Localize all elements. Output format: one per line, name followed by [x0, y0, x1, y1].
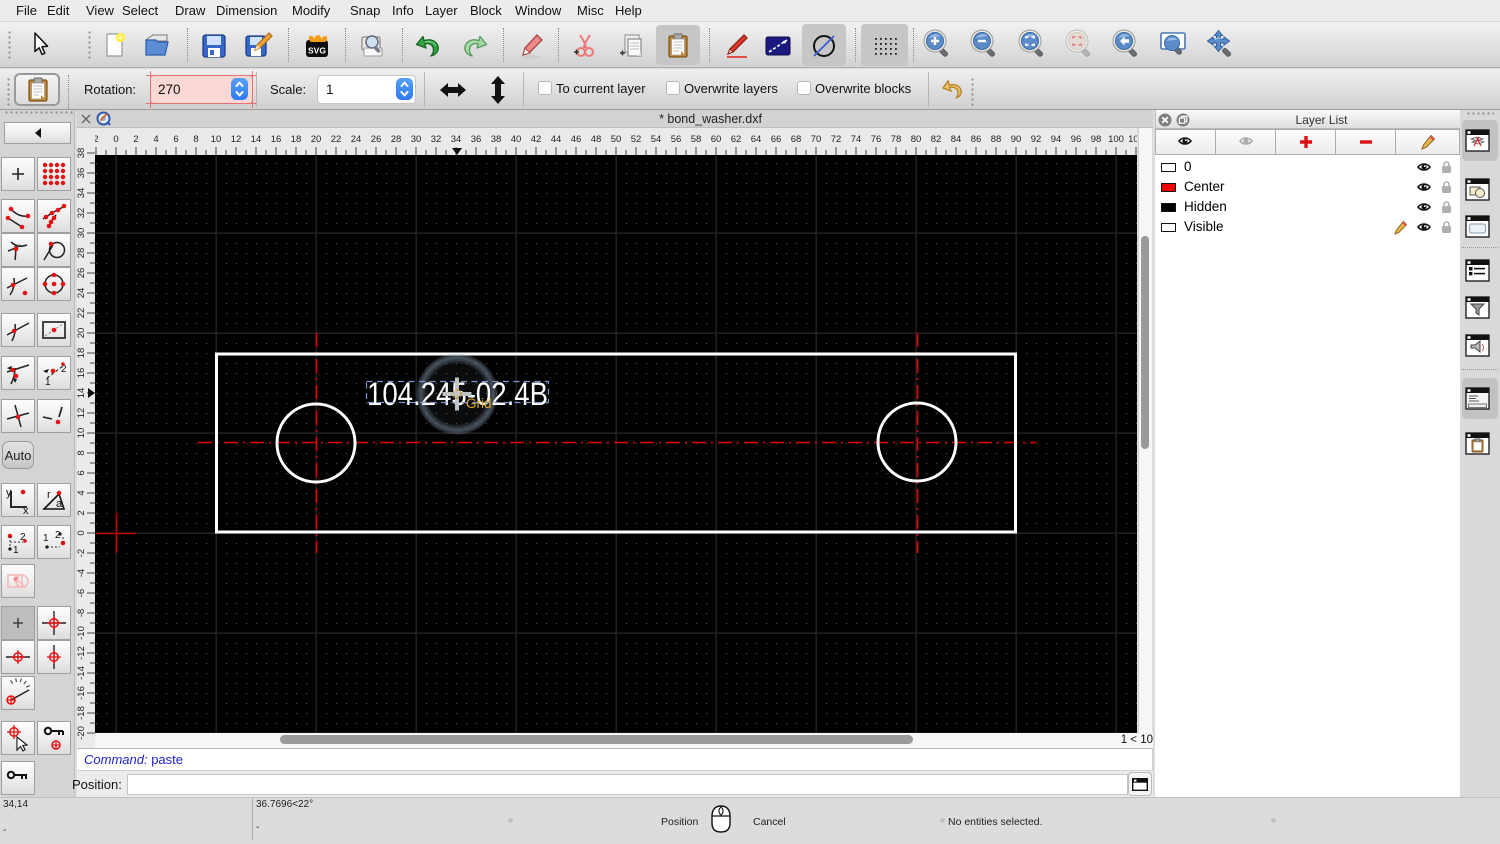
svg-text:48: 48: [591, 134, 602, 145]
svg-text:74: 74: [851, 134, 862, 145]
svg-text:30: 30: [77, 228, 87, 239]
svg-text:52: 52: [631, 134, 642, 145]
svg-text:0: 0: [113, 134, 118, 145]
svg-text:12: 12: [77, 408, 87, 419]
svg-text:1: 1: [43, 533, 49, 544]
svg-text:32: 32: [431, 134, 442, 145]
svg-text:100: 100: [1108, 134, 1124, 145]
svg-text:64: 64: [751, 134, 762, 145]
svg-text:72: 72: [831, 134, 842, 145]
svg-text:36: 36: [471, 134, 482, 145]
svg-text:44: 44: [551, 134, 562, 145]
svg-text:SVG: SVG: [308, 46, 326, 56]
svg-text:2: 2: [61, 364, 67, 375]
svg-text:32: 32: [77, 208, 87, 219]
svg-text:24: 24: [351, 134, 362, 145]
svg-text:-8: -8: [77, 609, 87, 617]
svg-text:46: 46: [571, 134, 582, 145]
svg-text:-10: -10: [77, 626, 87, 640]
svg-text:68: 68: [791, 134, 802, 145]
svg-text:-2: -2: [77, 549, 87, 557]
svg-text:a: a: [56, 498, 63, 510]
svg-text:50: 50: [611, 134, 622, 145]
svg-text:18: 18: [291, 134, 302, 145]
svg-text:58: 58: [691, 134, 702, 145]
svg-text:r: r: [47, 489, 51, 501]
svg-text:8: 8: [77, 450, 87, 455]
svg-text:2: 2: [133, 134, 138, 145]
svg-text:12: 12: [231, 134, 242, 145]
svg-text:28: 28: [391, 134, 402, 145]
svg-text:26: 26: [371, 134, 382, 145]
svg-text:4: 4: [77, 490, 87, 495]
svg-text:82: 82: [931, 134, 942, 145]
svg-text:26: 26: [77, 268, 87, 279]
svg-text:20: 20: [77, 328, 87, 339]
svg-text:16: 16: [77, 368, 87, 379]
svg-text:76: 76: [871, 134, 882, 145]
svg-text:34: 34: [451, 134, 462, 145]
svg-text:80: 80: [911, 134, 922, 145]
svg-text:38: 38: [491, 134, 502, 145]
svg-text:1: 1: [13, 545, 19, 556]
svg-text:60: 60: [711, 134, 722, 145]
svg-text:14: 14: [251, 134, 262, 145]
svg-text:4: 4: [153, 134, 158, 145]
svg-text:0: 0: [77, 530, 87, 535]
svg-text:Grid: Grid: [466, 396, 492, 411]
svg-text:90: 90: [1011, 134, 1022, 145]
svg-text:84: 84: [951, 134, 962, 145]
svg-text:-20: -20: [77, 726, 87, 740]
svg-text:92: 92: [1031, 134, 1042, 145]
svg-text:-18: -18: [77, 706, 87, 720]
svg-text:42: 42: [531, 134, 542, 145]
svg-text:6: 6: [77, 470, 87, 475]
svg-text:38: 38: [77, 148, 87, 159]
svg-text:56: 56: [671, 134, 682, 145]
svg-text:54: 54: [651, 134, 662, 145]
svg-text:86: 86: [971, 134, 982, 145]
svg-text:x: x: [23, 505, 29, 515]
svg-text:24: 24: [77, 288, 87, 299]
svg-text:2: 2: [77, 510, 87, 515]
svg-text:98: 98: [1091, 134, 1102, 145]
svg-text:28: 28: [77, 248, 87, 259]
svg-text:22: 22: [77, 308, 87, 319]
svg-text:14: 14: [77, 388, 87, 399]
svg-text:10: 10: [77, 428, 87, 439]
svg-text:70: 70: [811, 134, 822, 145]
svg-text:8: 8: [193, 134, 198, 145]
svg-text:78: 78: [891, 134, 902, 145]
svg-text:-14: -14: [77, 666, 87, 680]
svg-text:66: 66: [771, 134, 782, 145]
svg-text:-4: -4: [77, 569, 87, 577]
svg-text:2: 2: [55, 530, 61, 541]
svg-text:-12: -12: [77, 646, 87, 660]
svg-text:2: 2: [95, 134, 99, 145]
svg-text:y: y: [6, 487, 12, 499]
svg-text:20: 20: [311, 134, 322, 145]
svg-text:30: 30: [411, 134, 422, 145]
svg-text:62: 62: [731, 134, 742, 145]
svg-text:36: 36: [77, 168, 87, 179]
svg-text:22: 22: [331, 134, 342, 145]
svg-text:94: 94: [1051, 134, 1062, 145]
svg-text:16: 16: [271, 134, 282, 145]
svg-text:88: 88: [991, 134, 1002, 145]
svg-text:18: 18: [77, 348, 87, 359]
svg-text:6: 6: [173, 134, 178, 145]
svg-text:40: 40: [511, 134, 522, 145]
svg-text:2: 2: [20, 532, 26, 543]
svg-text:-16: -16: [77, 686, 87, 700]
svg-text:96: 96: [1071, 134, 1082, 145]
svg-text:34: 34: [77, 188, 87, 199]
svg-text:10: 10: [211, 134, 222, 145]
svg-text:-6: -6: [77, 589, 87, 597]
svg-text:1: 1: [45, 377, 51, 388]
svg-text:102: 102: [1128, 134, 1137, 145]
